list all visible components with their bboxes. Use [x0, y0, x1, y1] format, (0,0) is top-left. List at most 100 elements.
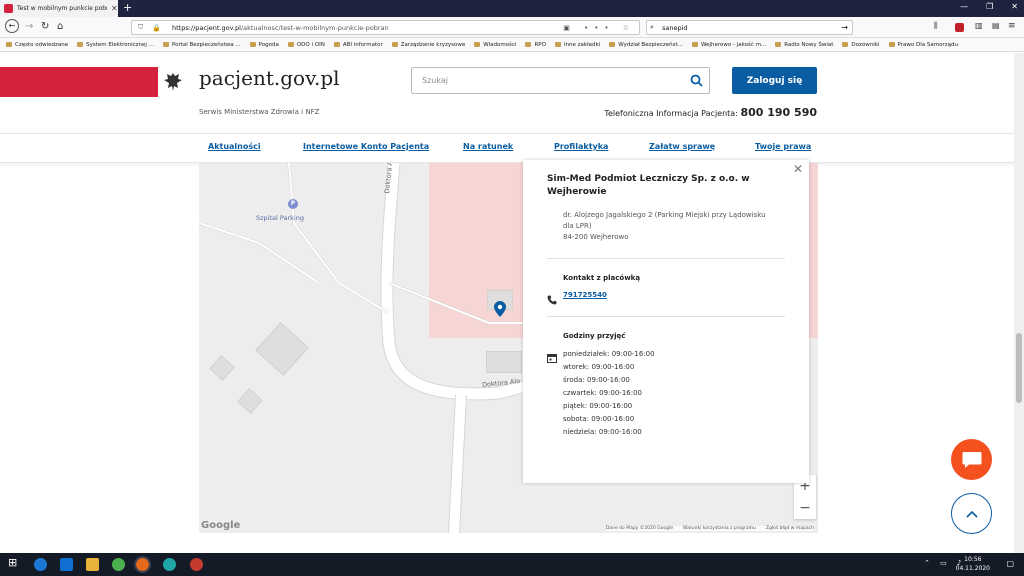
search-placeholder: Szukaj [422, 76, 448, 85]
bookmark-item[interactable]: Pogoda [249, 42, 279, 48]
hours-row: niedziela: 09:00-16:00 [563, 428, 642, 436]
chrome-icon[interactable] [112, 558, 125, 571]
bookmark-item[interactable]: Portal Bezpieczeństwa ... [162, 42, 241, 48]
hotline: Telefoniczna Informacja Pacjenta: 800 19… [604, 106, 817, 119]
bookmark-item[interactable]: ABI informator [333, 42, 383, 48]
main-navigation: Aktualności Internetowe Konto Pacjenta N… [0, 133, 1024, 163]
nav-link[interactable]: Internetowe Konto Pacjenta [303, 142, 429, 151]
hours-row: sobota: 09:00-16:00 [563, 415, 635, 423]
search-icon[interactable] [690, 74, 703, 89]
bookmark-item[interactable]: Prawo Dla Samorządu [888, 42, 958, 48]
zoom-out-icon[interactable]: − [794, 497, 816, 519]
chat-bubble-icon [962, 451, 981, 468]
new-tab-icon[interactable]: + [123, 1, 132, 14]
contact-heading: Kontakt z placówką [563, 274, 641, 282]
bookmark-item[interactable]: Wejherowo - jakość m... [691, 42, 766, 48]
hotline-number[interactable]: 800 190 590 [740, 106, 817, 119]
close-window-icon[interactable]: ✕ [1011, 2, 1018, 11]
site-subtitle: Serwis Ministerstwa Zdrowia i NFZ [199, 108, 320, 116]
site-search-input[interactable]: Szukaj [411, 67, 710, 94]
building [486, 351, 522, 373]
divider [547, 316, 785, 317]
map-attribution: Dane do Mapy ©2020 Google [605, 526, 674, 531]
browser-toolbar: ← → ↻ ⌂ ⛉ 🔒 https://pacjent.gov.pl/aktua… [0, 17, 1024, 38]
login-button[interactable]: Zaloguj się [732, 67, 817, 94]
nav-link[interactable]: Aktualności [208, 142, 261, 151]
close-tab-icon[interactable]: ✕ [111, 4, 118, 13]
reload-icon[interactable]: ↻ [41, 21, 49, 32]
search-icon: ⌕ [650, 23, 654, 31]
close-icon[interactable]: ✕ [793, 162, 803, 176]
bookmark-item[interactable]: Zarządzanie kryzysowe [391, 42, 465, 48]
location-pin-icon[interactable] [494, 301, 506, 321]
shield-icon: ⛉ [138, 23, 144, 31]
bookmark-item[interactable]: RPO [525, 42, 546, 48]
back-icon[interactable]: ← [5, 19, 19, 33]
clock-date: 04.11.2020 [955, 565, 990, 572]
search-bar-value: sanepid [662, 23, 688, 32]
page-scrollbar[interactable] [1014, 53, 1024, 553]
scroll-to-top-button[interactable] [951, 493, 992, 534]
hotline-label: Telefoniczna Informacja Pacjenta: [604, 109, 738, 118]
minimize-icon[interactable]: — [960, 2, 968, 11]
nav-link[interactable]: Profilaktyka [554, 142, 608, 151]
divider [547, 258, 785, 259]
map-report-link[interactable]: Zgłoś błąd w mapach [766, 526, 814, 531]
forward-icon[interactable]: → [25, 21, 33, 32]
phone-link[interactable]: 791725540 [563, 291, 607, 299]
bookmark-item[interactable]: Często odwiedzane [6, 42, 68, 48]
extension-icon[interactable] [955, 23, 964, 32]
address-line: dr. Alojzego Jagalskiego 2 (Parking Miej… [563, 211, 766, 230]
hours-row: środa: 09:00-16:00 [563, 376, 630, 384]
map-label: Szpital Parking [256, 214, 304, 222]
map-footer: Dane do Mapy ©2020 Google Warunki korzys… [605, 526, 814, 531]
clock-time: 10:56 [964, 556, 982, 563]
parking-icon[interactable]: P [288, 199, 298, 209]
go-arrow-icon[interactable]: → [841, 23, 848, 32]
nav-link[interactable]: Na ratunek [463, 142, 513, 151]
bookmark-item[interactable]: System Elektronicznej ... [77, 42, 154, 48]
maximize-icon[interactable]: ❐ [986, 2, 993, 11]
address-bar[interactable]: ⛉ 🔒 https://pacjent.gov.pl/aktualnosc/te… [131, 20, 640, 35]
hours-row: poniedziałek: 09:00-16:00 [563, 350, 655, 358]
app-icon[interactable] [190, 558, 203, 571]
firefox-icon[interactable] [134, 556, 151, 573]
bookmark-item[interactable]: Wydział Bezpieczeńst... [609, 42, 683, 48]
bookmark-item[interactable]: Wiadomości [474, 42, 516, 48]
scrollbar-thumb[interactable] [1016, 333, 1022, 403]
hours-row: wtorek: 09:00-16:00 [563, 363, 635, 371]
system-clock[interactable]: 10:56 04.11.2020 [956, 555, 990, 573]
browser-tab[interactable]: Test w mobilnym punkcie pobr ✕ [0, 0, 118, 17]
sidebar-icon[interactable]: ▥ [975, 21, 983, 30]
library-icon[interactable]: ⫼ [934, 21, 938, 31]
nav-link[interactable]: Załatw sprawę [649, 142, 715, 151]
bookmark-item[interactable]: Radio Nowy Świat [775, 42, 833, 48]
reader-icon[interactable]: ▤ [992, 21, 1000, 30]
outlook-icon[interactable] [60, 558, 73, 571]
lock-icon: 🔒 [152, 23, 161, 32]
nav-link[interactable]: Twoje prawa [755, 142, 811, 151]
eagle-emblem-icon [158, 67, 188, 97]
windows-start-icon[interactable]: ⊞ [8, 556, 21, 569]
chevron-up-icon [965, 510, 978, 518]
hours-heading: Godziny przyjęć [563, 332, 626, 340]
edge-legacy-icon[interactable] [34, 558, 47, 571]
home-icon[interactable]: ⌂ [57, 21, 63, 32]
search-bar[interactable]: ⌕ sanepid → [646, 20, 853, 35]
address-line: 84-200 Wejherowo [563, 233, 629, 241]
edge-icon[interactable] [163, 558, 176, 571]
notifications-icon[interactable]: ▢ [1006, 559, 1014, 568]
tab-title: Test w mobilnym punkcie pobr [17, 5, 107, 12]
facility-info-panel: ✕ Sim-Med Podmiot Leczniczy Sp. z o.o. w… [523, 160, 809, 483]
bookmark-item[interactable]: ODO i OIN [287, 42, 325, 48]
url-host: https://pacjent.gov.pl [172, 23, 241, 32]
file-explorer-icon[interactable] [86, 558, 99, 571]
hours-row: piątek: 09:00-16:00 [563, 402, 633, 410]
phone-icon [547, 290, 557, 309]
site-logo[interactable]: pacjent.gov.pl [199, 66, 340, 90]
bookmark-item[interactable]: Dozowniki [842, 42, 880, 48]
bookmark-item[interactable]: Inne zakładki [554, 42, 600, 48]
menu-icon[interactable]: ≡ [1008, 21, 1016, 31]
map-terms-link[interactable]: Warunki korzystania z programu [683, 526, 756, 531]
chat-button[interactable] [951, 439, 992, 480]
